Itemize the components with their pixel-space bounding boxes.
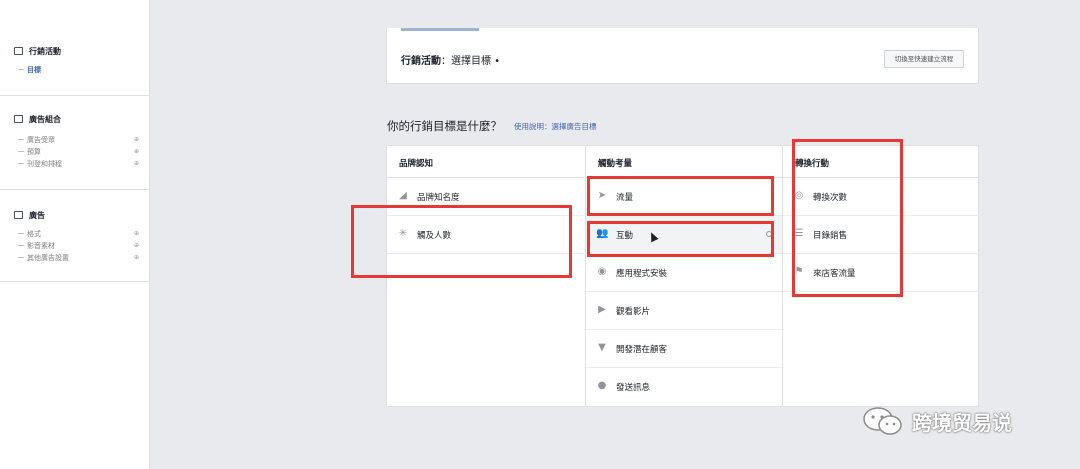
objective-label: 品牌知名度 xyxy=(417,193,460,203)
campaign-header-panel: 行銷活動：選擇目標 • 切換至快速建立流程 xyxy=(386,28,979,84)
sidebar-item-objective[interactable]: 目標 xyxy=(18,65,41,75)
app-icon: ◉ xyxy=(597,266,607,277)
sidebar-campaign-title[interactable]: 行銷活動 xyxy=(14,46,61,57)
campaign-step-label: 行銷活動：選擇目標 • xyxy=(401,56,501,67)
lock-icon: ⊕ xyxy=(134,242,140,249)
annotation-box-engagement xyxy=(587,221,774,257)
objective-messages[interactable]: ● 發送訊息 xyxy=(586,368,782,406)
objective-label: 觀看影片 xyxy=(616,307,651,317)
folder-icon xyxy=(14,47,23,55)
sidebar-item-audience[interactable]: 廣告受眾 xyxy=(18,135,55,145)
objective-app-installs[interactable]: ◉ 應用程式安裝 xyxy=(586,254,782,292)
objective-label: 開發潛在顧客 xyxy=(616,345,668,355)
objective-question: 你的行銷目標是什麼？ xyxy=(387,119,502,133)
column-header: 品牌認知 xyxy=(387,146,584,178)
objective-label: 應用程式安裝 xyxy=(616,269,668,279)
sidebar-campaign-section: 行銷活動 目標 xyxy=(0,40,150,96)
left-sidebar: 行銷活動 目標 廣告組合 廣告受眾 預算 刊登和排程 ⊕ ⊕ ⊕ 廣告 格式 影… xyxy=(0,0,150,469)
objective-label: 發送訊息 xyxy=(616,383,651,393)
help-link[interactable]: 使用說明：選擇廣告目標 xyxy=(514,121,597,132)
column-header: 觸動考量 xyxy=(586,146,782,178)
sidebar-item-format[interactable]: 格式 xyxy=(18,229,41,239)
sidebar-item-other-settings[interactable]: 其他廣告設置 xyxy=(18,253,69,263)
sidebar-adset-title[interactable]: 廣告組合 xyxy=(14,114,61,125)
objective-lead-generation[interactable]: ▼ 開發潛在顧客 xyxy=(586,330,782,368)
sidebar-adset-section: 廣告組合 廣告受眾 預算 刊登和排程 ⊕ ⊕ ⊕ xyxy=(0,108,150,190)
watermark-text: 跨境贸易说 xyxy=(912,411,1012,435)
square-icon xyxy=(14,211,23,219)
objective-video-views[interactable]: ▶ 觀看影片 xyxy=(586,292,782,330)
annotation-box-conversion xyxy=(792,139,903,297)
sidebar-ad-section: 廣告 格式 影音素材 其他廣告設置 ⊕ ⊕ ⊕ xyxy=(0,202,150,282)
sidebar-ad-title[interactable]: 廣告 xyxy=(14,210,45,221)
sidebar-item-schedule[interactable]: 刊登和排程 xyxy=(18,159,62,169)
tab-indicator xyxy=(401,28,479,31)
video-icon: ▶ xyxy=(598,304,606,315)
lock-icon: ⊕ xyxy=(134,254,140,261)
lock-icon: ⊕ xyxy=(134,148,140,155)
quick-create-button[interactable]: 切換至快速建立流程 xyxy=(884,50,964,68)
annotation-box-reach xyxy=(351,205,572,278)
megaphone-icon: ◢ xyxy=(399,190,407,201)
wechat-icon xyxy=(863,407,902,435)
chat-icon: ● xyxy=(597,380,607,391)
lock-icon: ⊕ xyxy=(134,136,140,143)
annotation-box-traffic xyxy=(587,176,774,216)
lock-icon: ⊕ xyxy=(134,160,140,167)
grid-icon xyxy=(14,115,23,123)
sidebar-item-budget[interactable]: 預算 xyxy=(18,147,41,157)
lock-icon: ⊕ xyxy=(134,230,140,237)
sidebar-item-media[interactable]: 影音素材 xyxy=(18,241,55,251)
funnel-icon: ▼ xyxy=(598,342,606,353)
